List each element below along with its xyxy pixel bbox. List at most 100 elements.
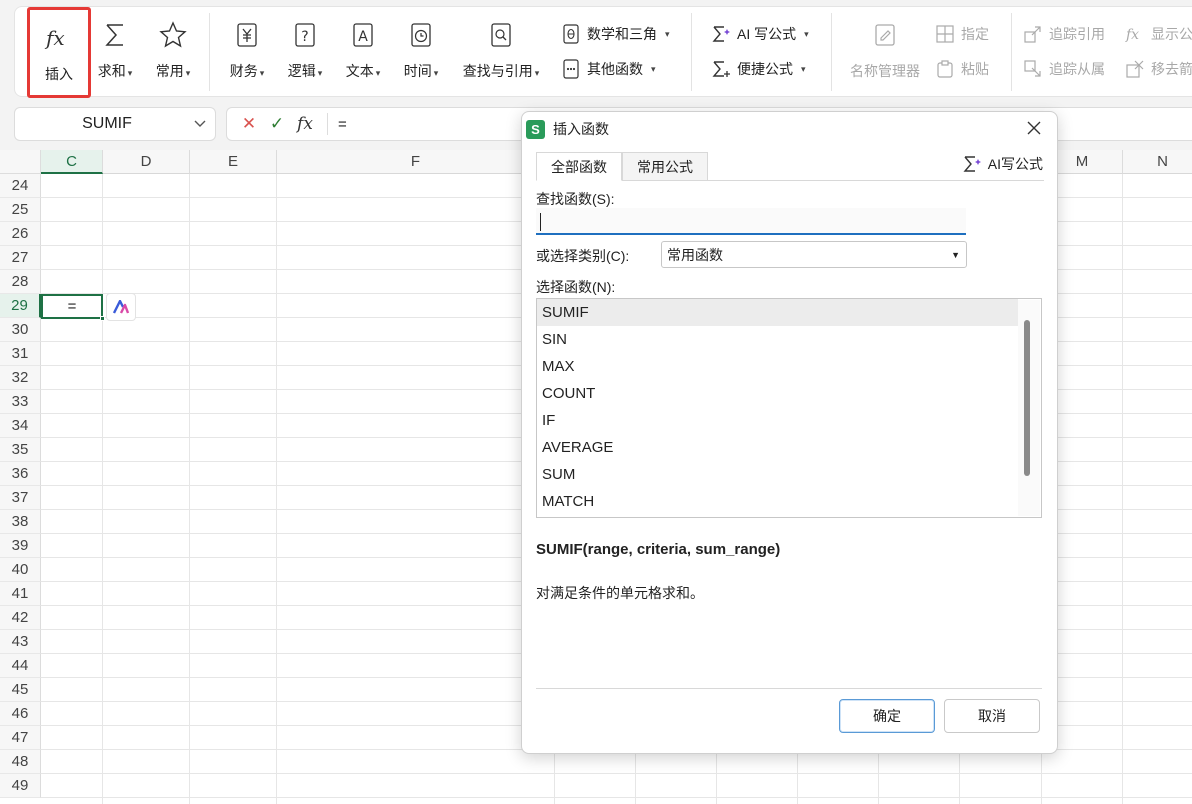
row-header[interactable]: 42 (0, 606, 41, 630)
other-functions-button[interactable]: 其他函数 ▾ (561, 56, 656, 82)
function-list[interactable]: SUMIF SIN MAX COUNT IF AVERAGE SUM MATCH (536, 298, 1042, 518)
cancel-icon[interactable]: ✕ (235, 114, 263, 134)
lookup-functions-button[interactable]: 查找与引用 ▾ (457, 7, 545, 98)
column-header-c[interactable]: C (41, 150, 103, 174)
row-header[interactable]: 27 (0, 246, 41, 270)
chevron-down-icon[interactable] (185, 117, 215, 131)
row-header[interactable]: 38 (0, 510, 41, 534)
row-header[interactable]: 24 (0, 174, 41, 198)
row-header[interactable]: 25 (0, 198, 41, 222)
autosum-button[interactable]: 求和 ▾ (93, 7, 137, 98)
question-doc-icon: ? (289, 19, 321, 51)
paste-name-button[interactable]: 粘贴 (935, 56, 989, 82)
ai-assistant-chip[interactable] (106, 293, 136, 321)
row-header[interactable]: 40 (0, 558, 41, 582)
tab-all-functions[interactable]: 全部函数 (536, 152, 622, 181)
list-item[interactable]: COUNT (537, 380, 1018, 407)
text-functions-button[interactable]: A 文本 ▾ (339, 7, 387, 98)
fill-handle[interactable] (100, 316, 105, 321)
finance-functions-button[interactable]: 财务 ▾ (223, 7, 271, 98)
row-header[interactable]: 26 (0, 222, 41, 246)
row-header[interactable]: 35 (0, 438, 41, 462)
close-button[interactable] (1023, 118, 1045, 140)
dialog-titlebar[interactable]: S 插入函数 (522, 112, 1057, 146)
grid-row-line (41, 773, 1192, 774)
list-item[interactable]: MATCH (537, 488, 1018, 515)
fx-icon[interactable]: fx (291, 114, 319, 134)
ok-button[interactable]: 确定 (839, 699, 935, 733)
common-functions-button[interactable]: 常用 ▾ (149, 7, 197, 98)
row-header[interactable]: 45 (0, 678, 41, 702)
trace-dependents-button[interactable]: 追踪从属 (1023, 56, 1105, 82)
chevron-down-icon: ▾ (651, 63, 656, 74)
dialog-tabs: 全部函数 常用公式 (536, 152, 708, 181)
row-header[interactable]: 43 (0, 630, 41, 654)
column-header-e[interactable]: E (190, 150, 277, 174)
ribbon-divider (209, 13, 210, 91)
trace-precedents-label: 追踪引用 (1049, 26, 1105, 42)
row-header[interactable]: 28 (0, 270, 41, 294)
quick-formula-button[interactable]: 便捷公式 ▾ (711, 56, 806, 82)
specify-button[interactable]: 指定 (935, 21, 989, 47)
row-header[interactable]: 39 (0, 534, 41, 558)
category-select[interactable]: 常用函数 ▼ (661, 241, 967, 268)
row-header[interactable]: 37 (0, 486, 41, 510)
formula-input[interactable]: = (338, 116, 347, 133)
column-header-n[interactable]: N (1123, 150, 1192, 174)
grid-col-line (1122, 174, 1123, 804)
chevron-down-icon: ▾ (317, 68, 323, 78)
ribbon-divider (1011, 13, 1012, 91)
row-header[interactable]: 44 (0, 654, 41, 678)
column-header-d[interactable]: D (103, 150, 190, 174)
row-header[interactable]: 34 (0, 414, 41, 438)
trace-precedents-button[interactable]: 追踪引用 (1023, 21, 1105, 47)
row-header[interactable]: 46 (0, 702, 41, 726)
check-icon[interactable]: ✓ (263, 114, 291, 134)
active-cell[interactable]: = (41, 294, 103, 319)
column-header-f[interactable]: F (277, 150, 555, 174)
row-header[interactable]: 30 (0, 318, 41, 342)
list-item-selected[interactable]: SUMIF (537, 299, 1018, 326)
trace-arrow-icon (1023, 24, 1043, 44)
ai-formula-button[interactable]: AI 写公式 ▾ (711, 21, 809, 47)
list-item[interactable]: MAX (537, 353, 1018, 380)
remove-arrow-icon (1125, 59, 1145, 79)
search-doc-icon (485, 19, 517, 51)
footer-divider (536, 688, 1042, 689)
math-functions-button[interactable]: 数学和三角 ▾ (561, 21, 670, 47)
ai-formula-label: AI 写公式 (737, 26, 797, 42)
time-functions-button[interactable]: 时间 ▾ (397, 7, 445, 98)
chevron-down-icon: ▾ (665, 28, 670, 39)
row-header[interactable]: 33 (0, 390, 41, 414)
name-manager-button[interactable]: 名称管理器 (845, 7, 925, 98)
insert-function-button[interactable]: fx 插入 (27, 7, 91, 98)
ai-formula-link-label: AI写公式 (987, 156, 1043, 172)
logic-functions-button[interactable]: ? 逻辑 ▾ (281, 7, 329, 98)
remove-arrows-button[interactable]: 移去箭 (1125, 56, 1192, 82)
scrollbar[interactable] (1018, 300, 1040, 516)
row-header[interactable]: 48 (0, 750, 41, 774)
tab-common-formulas[interactable]: 常用公式 (622, 152, 708, 181)
show-formulas-button[interactable]: fx 显示公 (1125, 21, 1192, 47)
row-header[interactable]: 36 (0, 462, 41, 486)
scrollbar-thumb[interactable] (1024, 320, 1030, 476)
list-item[interactable]: SIN (537, 326, 1018, 353)
row-headers: 24 25 26 27 28 29 30 31 32 33 34 35 36 3… (0, 174, 41, 798)
list-item[interactable]: SUM (537, 461, 1018, 488)
common-label: 常用 (155, 63, 184, 79)
row-header-active[interactable]: 29 (0, 294, 41, 318)
row-header[interactable]: 31 (0, 342, 41, 366)
row-header[interactable]: 49 (0, 774, 41, 798)
row-header[interactable]: 32 (0, 366, 41, 390)
row-header[interactable]: 47 (0, 726, 41, 750)
text-label: 文本 (345, 63, 374, 79)
list-item[interactable]: IF (537, 407, 1018, 434)
cancel-button[interactable]: 取消 (944, 699, 1040, 733)
list-item[interactable]: AVERAGE (537, 434, 1018, 461)
name-box[interactable]: SUMIF (14, 107, 216, 141)
function-search-input[interactable] (536, 208, 966, 235)
ai-formula-link[interactable]: AI写公式 (962, 154, 1043, 174)
svg-text:fx: fx (1125, 27, 1139, 43)
select-all-corner[interactable] (0, 150, 41, 174)
row-header[interactable]: 41 (0, 582, 41, 606)
